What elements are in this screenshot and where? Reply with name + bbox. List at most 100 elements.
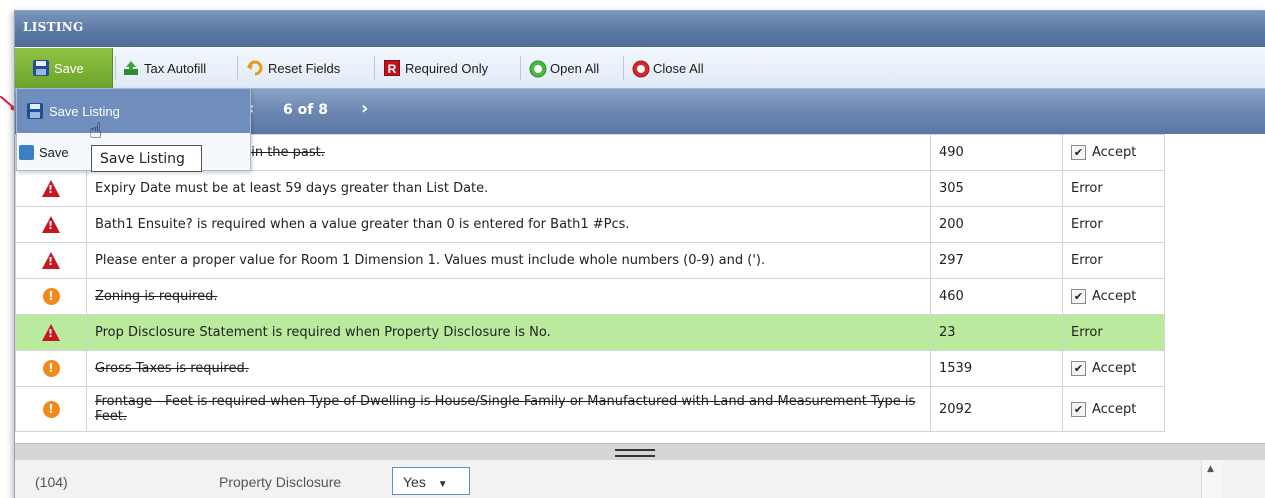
open-all-button[interactable]: Open All	[529, 48, 599, 88]
save-listing-label: Save Listing	[49, 103, 120, 119]
row-status-label: Error	[1071, 325, 1103, 340]
tax-autofill-label: Tax Autofill	[144, 60, 207, 76]
tax-autofill-icon	[123, 60, 139, 76]
open-all-icon	[529, 60, 547, 78]
info-alert-icon: !	[42, 288, 60, 305]
tax-autofill-button[interactable]: Tax Autofill	[123, 48, 206, 88]
row-message: Bath1 Ensuite? is required when a value …	[86, 206, 931, 243]
splitter-grip-icon[interactable]	[615, 449, 655, 457]
error-warning-icon	[42, 252, 60, 269]
tooltip-text: Save Listing	[100, 151, 185, 167]
table-row: Prop Disclosure Statement is required wh…	[15, 314, 1165, 351]
error-warning-icon	[42, 180, 60, 197]
listing-panel: LISTING Save Tax Autofill Reset Fields R…	[14, 10, 1265, 498]
row-status[interactable]: ✔ Accept	[1062, 278, 1165, 315]
save-alt-icon	[19, 144, 34, 160]
row-icon-cell	[15, 206, 87, 243]
close-all-icon	[632, 60, 650, 78]
field-label: Property Disclosure	[219, 474, 342, 490]
row-status-label: Accept	[1092, 145, 1137, 160]
vertical-scrollbar[interactable]: ▲	[1201, 460, 1222, 498]
row-code: 2092	[930, 386, 1063, 432]
row-message: Expiry Date must be at least 59 days gre…	[86, 170, 931, 207]
row-icon-cell: !	[15, 350, 87, 387]
row-message: Please enter a proper value for Room 1 D…	[86, 242, 931, 279]
panel-header: LISTING	[15, 11, 1265, 47]
page-indicator: 6 of 8	[283, 102, 328, 118]
close-all-label: Close All	[653, 60, 704, 76]
field-row: (104) Property Disclosure Yes ▼ ▲	[15, 460, 1265, 498]
row-status-label: Error	[1071, 217, 1103, 232]
reset-fields-label: Reset Fields	[268, 60, 341, 76]
panel-title: LISTING	[23, 20, 84, 34]
row-status: Error	[1062, 206, 1165, 243]
row-message: Gross Taxes is required.	[86, 350, 931, 387]
row-code: 305	[930, 170, 1063, 207]
info-alert-icon: !	[42, 400, 60, 418]
toolbar: Save Tax Autofill Reset Fields R Require…	[15, 48, 1265, 89]
row-status: Error	[1062, 242, 1165, 279]
required-r-icon: R	[384, 60, 400, 76]
row-code: 1539	[930, 350, 1063, 387]
scroll-up-icon[interactable]: ▲	[1207, 464, 1214, 474]
table-row: ! Frontage - Feet is required when Type o…	[15, 386, 1165, 432]
row-status-label: Accept	[1092, 361, 1137, 376]
row-status-label: Accept	[1092, 289, 1137, 304]
row-icon-cell: !	[15, 278, 87, 315]
row-status-label: Accept	[1092, 401, 1137, 417]
chevron-down-icon: ▼	[437, 479, 448, 490]
row-code: 200	[930, 206, 1063, 243]
accept-checkbox[interactable]: ✔	[1071, 401, 1086, 417]
table-row: ! Zoning is required. 460 ✔ Accept	[15, 278, 1165, 315]
table-row: Expiry Date must be at least 59 days gre…	[15, 170, 1165, 207]
table-row: Bath1 Ensuite? is required when a value …	[15, 206, 1165, 243]
row-code: 23	[930, 314, 1063, 351]
table-row: ! Gross Taxes is required. 1539 ✔ Accept	[15, 350, 1165, 387]
row-status: Error	[1062, 314, 1165, 351]
validation-table: !… be more than 7 days in the past.490✔A…	[15, 134, 1165, 432]
row-icon-cell	[15, 242, 87, 279]
row-code: 490	[930, 134, 1063, 171]
accept-checkbox[interactable]: ✔	[1071, 289, 1086, 304]
save-button[interactable]: Save	[15, 48, 113, 88]
row-status[interactable]: ✔ Accept	[1062, 350, 1165, 387]
reset-icon	[247, 60, 263, 76]
panel-splitter[interactable]	[15, 443, 1265, 461]
open-all-label: Open All	[550, 60, 600, 76]
row-message: Zoning is required.	[86, 278, 931, 315]
info-alert-icon: !	[42, 360, 60, 377]
close-all-button[interactable]: Close All	[632, 48, 704, 88]
hand-cursor-icon: ☝	[89, 119, 103, 144]
table-row: Please enter a proper value for Room 1 D…	[15, 242, 1165, 279]
required-only-label: Required Only	[405, 60, 489, 76]
save-button-label: Save	[54, 60, 84, 76]
row-icon-cell: !	[15, 386, 87, 432]
accept-checkbox[interactable]: ✔	[1071, 145, 1086, 160]
save-label: Save	[39, 144, 69, 160]
floppy-disk-icon	[27, 103, 43, 119]
save-listing-menu-item[interactable]: Save Listing	[17, 89, 250, 133]
row-status[interactable]: ✔ Accept	[1062, 386, 1165, 432]
property-disclosure-select[interactable]: Yes ▼	[392, 467, 470, 495]
row-message: Prop Disclosure Statement is required wh…	[86, 314, 931, 351]
accept-checkbox[interactable]: ✔	[1071, 361, 1086, 376]
select-value: Yes	[403, 474, 426, 490]
reset-fields-button[interactable]: Reset Fields	[247, 48, 340, 88]
row-code: 297	[930, 242, 1063, 279]
row-message: Frontage - Feet is required when Type of…	[86, 386, 931, 432]
row-status: Error	[1062, 170, 1165, 207]
next-page-icon[interactable]: ›	[361, 98, 368, 119]
error-warning-icon	[42, 216, 60, 233]
pointer-arrow	[0, 96, 14, 111]
row-icon-cell	[15, 170, 87, 207]
row-status-label: Error	[1071, 253, 1103, 268]
field-code: (104)	[35, 474, 68, 490]
row-code: 460	[930, 278, 1063, 315]
floppy-disk-icon	[33, 60, 49, 76]
row-icon-cell	[15, 314, 87, 351]
error-warning-icon	[42, 324, 60, 341]
row-status-label: Error	[1071, 181, 1103, 196]
row-status[interactable]: ✔ Accept	[1062, 134, 1165, 171]
required-only-button[interactable]: R Required Only	[384, 48, 488, 88]
tooltip: Save Listing	[91, 145, 202, 172]
